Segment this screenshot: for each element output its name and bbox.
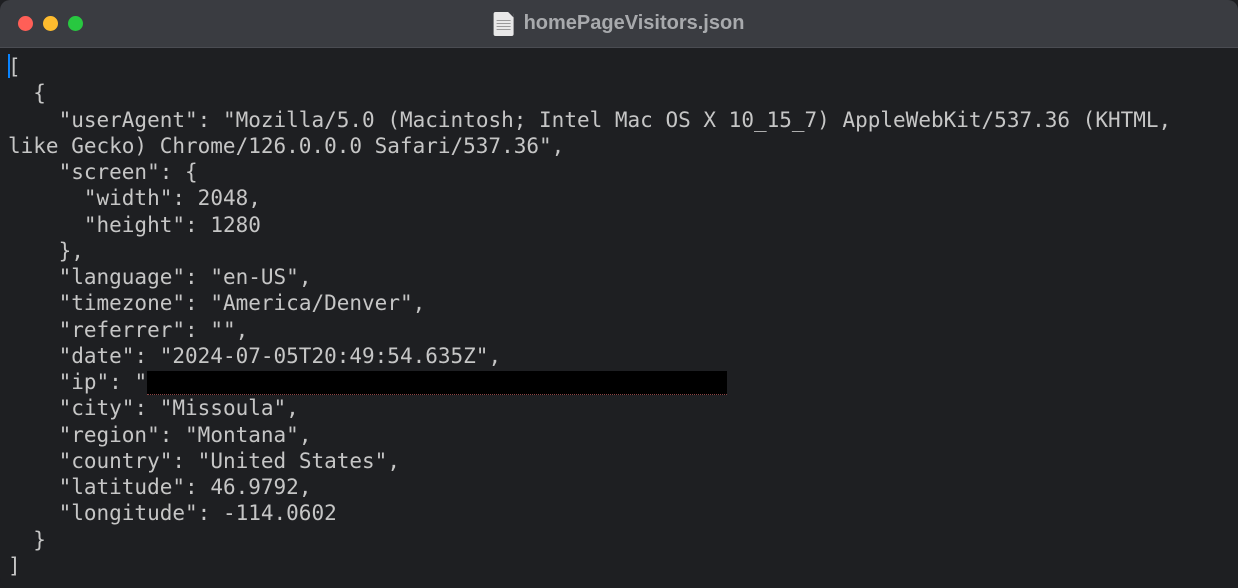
key-date: "date" [59, 344, 135, 368]
value-referrer: "" [210, 318, 235, 342]
json-close-array: ] [8, 554, 21, 578]
value-ip-prefix: " [134, 370, 147, 394]
key-ip: "ip" [59, 370, 110, 394]
value-height: 1280 [210, 213, 261, 237]
value-date: "2024-07-05T20:49:54.635Z" [160, 344, 489, 368]
minimize-button[interactable] [43, 16, 58, 31]
value-latitude: 46.9792 [210, 475, 299, 499]
json-close-object: } [33, 528, 46, 552]
key-longitude: "longitude" [59, 501, 198, 525]
key-userAgent: "userAgent" [59, 108, 198, 132]
key-width: "width" [84, 186, 173, 210]
value-width: 2048 [198, 186, 249, 210]
value-country: "United States" [198, 449, 388, 473]
key-region: "region" [59, 423, 160, 447]
key-timezone: "timezone" [59, 291, 185, 315]
key-language: "language" [59, 265, 185, 289]
close-button[interactable] [18, 16, 33, 31]
key-referrer: "referrer" [59, 318, 185, 342]
value-city: "Missoula" [160, 396, 286, 420]
maximize-button[interactable] [68, 16, 83, 31]
title-area: homePageVisitors.json [494, 12, 745, 36]
editor-content[interactable]: [ { "userAgent": "Mozilla/5.0 (Macintosh… [0, 48, 1238, 588]
value-timezone: "America/Denver" [210, 291, 412, 315]
window-title: homePageVisitors.json [524, 12, 745, 35]
file-icon [494, 12, 514, 36]
value-longitude: -114.0602 [223, 501, 337, 525]
json-open-object: { [33, 81, 46, 105]
key-height: "height" [84, 213, 185, 237]
json-close-screen: }, [59, 239, 84, 263]
value-language: "en-US" [210, 265, 299, 289]
key-city: "city" [59, 396, 135, 420]
key-country: "country" [59, 449, 173, 473]
text-cursor [8, 54, 10, 78]
redacted-ip [147, 371, 727, 395]
key-screen: "screen" [59, 160, 160, 184]
traffic-lights [0, 16, 83, 31]
editor-window: homePageVisitors.json [ { "userAgent": "… [0, 0, 1238, 588]
titlebar: homePageVisitors.json [0, 0, 1238, 48]
value-region: "Montana" [185, 423, 299, 447]
key-latitude: "latitude" [59, 475, 185, 499]
